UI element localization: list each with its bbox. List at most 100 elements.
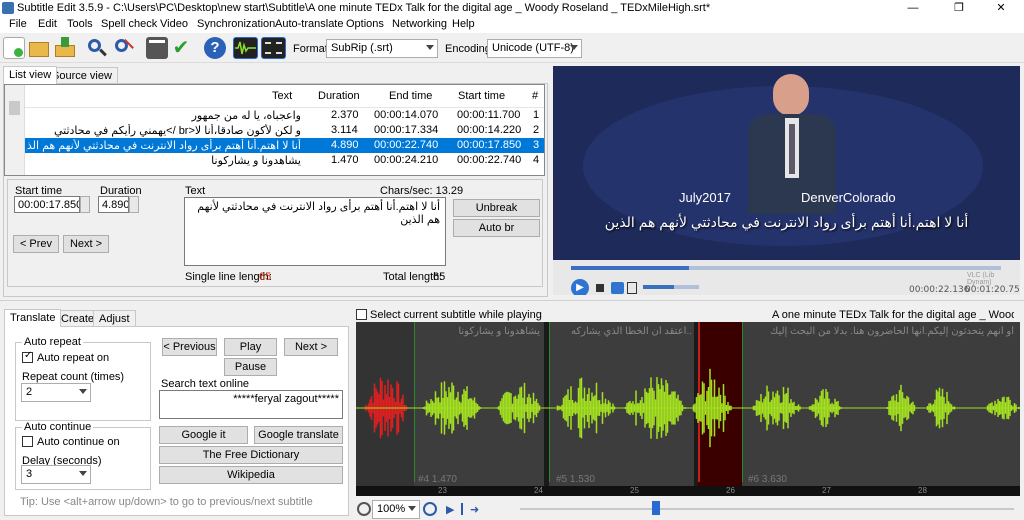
next-button[interactable]: Next > (63, 235, 109, 253)
table-row-selected[interactable]: أنا لا اهتم.أنا أهتم برأى رواد الانترنت … (25, 138, 544, 153)
column-header-end-time[interactable]: End time (389, 85, 432, 107)
column-header-number[interactable]: # (532, 85, 538, 107)
play-button[interactable]: Play (224, 338, 277, 356)
google-it-button[interactable]: Google it (159, 426, 248, 444)
video-subtitle: أنا لا اهتم.أنا أهتم برأى رواد الانترنت … (604, 214, 969, 230)
duration-spinner[interactable] (129, 196, 139, 213)
start-time-spinner[interactable] (80, 196, 90, 213)
cursor-icon[interactable] (461, 503, 463, 515)
encoding-select[interactable]: Unicode (UTF-8) (487, 39, 582, 58)
speaker-head (773, 74, 809, 116)
waveform-signal (356, 368, 1020, 448)
cell-start: 00:00:14.220 (457, 124, 522, 136)
fix-errors-icon[interactable] (146, 37, 168, 59)
fullscreen-icon[interactable] (611, 282, 624, 294)
column-header-duration[interactable]: Duration (318, 85, 360, 107)
cell-start: 00:00:22.740 (457, 154, 522, 166)
zoom-out-icon[interactable] (357, 502, 371, 516)
stop-icon[interactable] (596, 284, 604, 292)
menu-synchronization[interactable]: Synchronization (197, 18, 275, 30)
waveform-position-thumb[interactable] (652, 501, 660, 515)
column-header-start-time[interactable]: Start time (458, 85, 505, 107)
help-icon[interactable]: ? (204, 37, 226, 59)
auto-continue-checkbox[interactable] (22, 436, 33, 447)
spellcheck-icon[interactable]: ✔ (170, 37, 192, 59)
previous-button[interactable]: < Previous (162, 338, 217, 356)
menu-tools[interactable]: Tools (67, 18, 93, 30)
table-row[interactable]: يشاهدونا و يشاركونا 1.470 00:00:24.210 0… (25, 153, 544, 168)
tick-label: 23 (438, 486, 447, 495)
audio-waveform[interactable]: يشاهدونا و يشاركونا ..أعتقد أن الخطأ الذ… (356, 322, 1020, 496)
auto-br-button[interactable]: Auto br (453, 219, 540, 237)
cell-duration: 4.890 (331, 139, 359, 151)
repeat-count-select[interactable]: 2 (21, 383, 91, 402)
table-row[interactable] (25, 168, 544, 175)
next-subtitle-button[interactable]: Next > (284, 338, 338, 356)
cell-end: 00:00:14.070 (374, 109, 439, 121)
subtitle-text-area[interactable]: أنا لا اهتم.أنا أهتم برأى رواد الانترنت … (184, 197, 446, 266)
close-button[interactable]: ✕ (978, 0, 1024, 16)
minimize-button[interactable]: — (890, 0, 936, 16)
chevron-down-icon (408, 506, 416, 511)
mute-icon[interactable] (627, 282, 637, 294)
column-header-text[interactable]: Text (272, 85, 292, 107)
menu-networking[interactable]: Networking (392, 18, 447, 30)
restore-button[interactable]: ❐ (936, 0, 982, 16)
start-time-input[interactable]: 00:00:17.850 (14, 196, 80, 213)
format-select[interactable]: SubRip (.srt) (326, 39, 438, 58)
single-line-length-value: 65 (259, 271, 272, 283)
google-translate-button[interactable]: Google translate (254, 426, 343, 444)
navigate-icon[interactable]: ➜ (470, 503, 479, 516)
prev-button[interactable]: < Prev (13, 235, 59, 253)
find-icon[interactable] (86, 37, 108, 59)
play-icon[interactable]: ▶ (571, 279, 589, 295)
play-selection-icon[interactable]: ▶ (446, 503, 454, 516)
subtitle-edit-window: Subtitle Edit 3.5.9 - C:\Users\PC\Deskto… (0, 0, 1024, 520)
replace-icon[interactable] (113, 37, 135, 59)
segment-text-6: أو أنهم يتحدثون إليكم.أنها الحاضرون هنا.… (770, 326, 1014, 337)
cell-number: 4 (533, 154, 540, 166)
app-icon (2, 2, 14, 14)
free-dictionary-button[interactable]: The Free Dictionary (159, 446, 343, 464)
waveform-icon[interactable] (233, 37, 258, 59)
tab-translate[interactable]: Translate (4, 309, 62, 327)
duration-input[interactable]: 4.890 (98, 196, 129, 213)
menu-spell-check[interactable]: Spell check (101, 18, 157, 30)
video-icon[interactable] (261, 37, 286, 59)
cell-start: 00:00:11.700 (457, 109, 521, 121)
subtitle-list[interactable]: Text Duration End time Start time # واعج… (4, 84, 545, 176)
speaker-tie (789, 124, 795, 174)
menu-options[interactable]: Options (346, 18, 384, 30)
tab-list-view[interactable]: List view (3, 66, 58, 84)
menu-auto-translate[interactable]: Auto-translate (275, 18, 343, 30)
pause-button[interactable]: Pause (224, 358, 277, 376)
tab-adjust[interactable]: Adjust (93, 310, 136, 327)
delay-select[interactable]: 3 (21, 465, 91, 484)
menu-help[interactable]: Help (452, 18, 475, 30)
table-row[interactable]: و لكن لأكون صادقا،أنا لا<br />يهمني رأيك… (25, 123, 544, 138)
list-scrollbar[interactable] (5, 85, 25, 175)
new-icon[interactable] (3, 37, 25, 59)
scrollbar-thumb[interactable] (9, 101, 20, 115)
table-row[interactable]: واعجباه، يا له من جمهور 2.370 00:00:14.0… (25, 108, 544, 123)
segment-label-4: #4 1.470 (418, 474, 457, 485)
cell-start: 00:00:17.850 (457, 139, 522, 151)
chevron-down-icon (79, 471, 87, 476)
waveform-position-track[interactable] (520, 508, 1014, 510)
select-current-checkbox[interactable] (356, 309, 367, 320)
zoom-in-icon[interactable] (423, 502, 437, 516)
unbreak-button[interactable]: Unbreak (453, 199, 540, 217)
save-icon[interactable] (54, 37, 76, 59)
cell-number: 2 (533, 124, 540, 136)
menu-video[interactable]: Video (160, 18, 188, 30)
search-text-input[interactable]: *****feryal zagout***** (159, 390, 343, 419)
tick-label: 26 (726, 486, 735, 495)
wikipedia-button[interactable]: Wikipedia (159, 466, 343, 484)
video-player[interactable]: July2017 DenverColorado أنا لا اهتم.أنا … (553, 66, 1020, 295)
menu-file[interactable]: File (9, 18, 27, 30)
menu-edit[interactable]: Edit (38, 18, 57, 30)
zoom-select[interactable]: 100% (372, 500, 420, 519)
open-icon[interactable] (28, 37, 50, 59)
auto-repeat-checkbox[interactable]: ✓ (22, 350, 33, 363)
split-divider[interactable] (0, 300, 1024, 301)
